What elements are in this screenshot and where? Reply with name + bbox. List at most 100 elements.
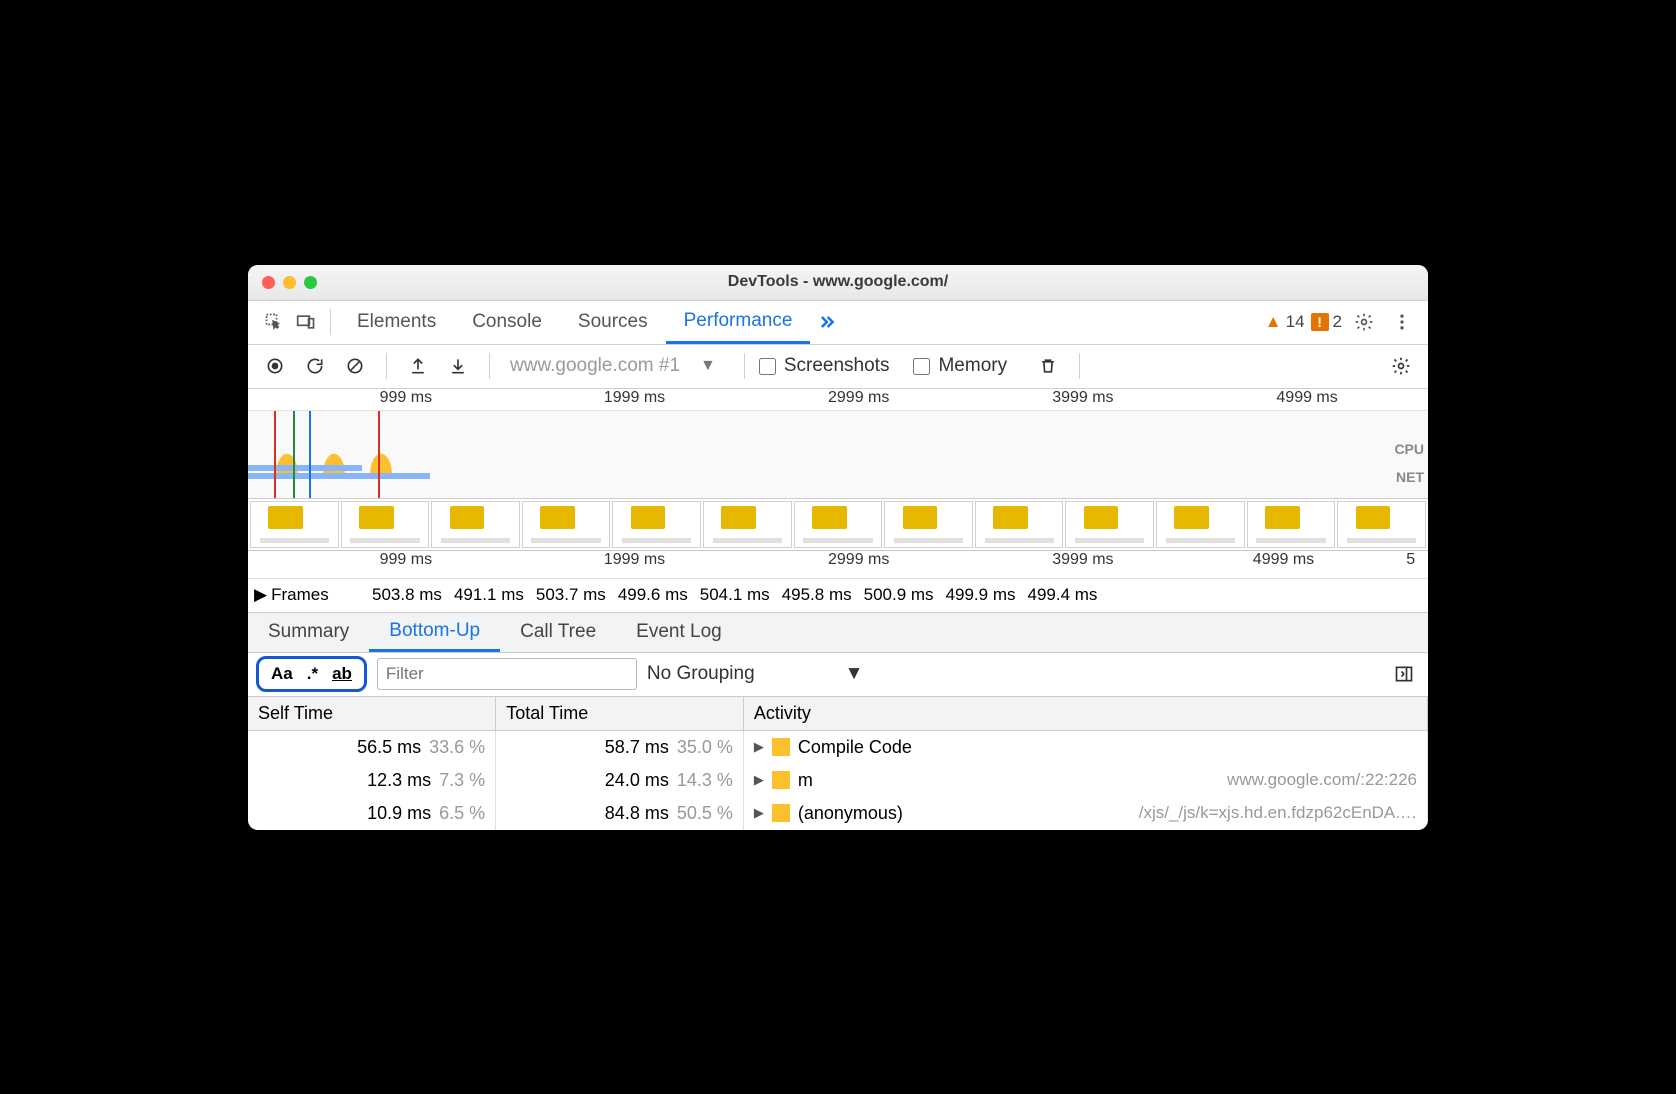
thumbnail[interactable] xyxy=(612,501,701,548)
record-button[interactable] xyxy=(258,350,292,382)
ruler-tick: 1999 ms xyxy=(604,551,665,569)
filter-modifiers-highlight: Aa .* ab xyxy=(256,656,367,692)
warnings-badge[interactable]: ▲ 14 xyxy=(1265,312,1305,332)
ruler-tick: 999 ms xyxy=(380,389,432,407)
frame-values: 503.8 ms 491.1 ms 503.7 ms 499.6 ms 504.… xyxy=(368,585,1428,605)
thumbnail[interactable] xyxy=(703,501,792,548)
marker-red xyxy=(378,411,380,498)
activity-color-icon xyxy=(772,738,790,756)
minimize-window-button[interactable] xyxy=(283,276,296,289)
frame-value: 503.7 ms xyxy=(536,585,606,605)
frames-header[interactable]: ▶ Frames xyxy=(248,585,368,605)
net-label: NET xyxy=(1396,469,1424,485)
activity-name: (anonymous) xyxy=(798,803,903,824)
cpu-label: CPU xyxy=(1394,441,1424,457)
frame-value: 500.9 ms xyxy=(864,585,934,605)
thumbnail[interactable] xyxy=(1156,501,1245,548)
timeline-ruler-detail[interactable]: 999 ms 1999 ms 2999 ms 3999 ms 4999 ms 5 xyxy=(248,551,1428,579)
expand-row-icon[interactable]: ▶ xyxy=(754,739,764,755)
window-controls xyxy=(262,276,317,289)
thumbnail[interactable] xyxy=(794,501,883,548)
more-tabs-icon[interactable] xyxy=(810,306,842,338)
activity-source[interactable]: www.google.com/:22:226 xyxy=(1227,770,1417,790)
more-menu-icon[interactable] xyxy=(1386,306,1418,338)
details-tabs: Summary Bottom-Up Call Tree Event Log xyxy=(248,613,1428,653)
frames-track[interactable]: ▶ Frames 503.8 ms 491.1 ms 503.7 ms 499.… xyxy=(248,579,1428,613)
thumbnail[interactable] xyxy=(1337,501,1426,548)
ruler-tick: 2999 ms xyxy=(828,551,889,569)
recording-label: www.google.com #1 xyxy=(504,355,694,377)
upload-button[interactable] xyxy=(401,350,435,382)
self-time: 56.5 ms xyxy=(357,737,421,757)
total-pct: 50.5 % xyxy=(677,803,733,823)
col-activity[interactable]: Activity xyxy=(743,697,1427,731)
col-self-time[interactable]: Self Time xyxy=(248,697,496,731)
col-total-time[interactable]: Total Time xyxy=(496,697,744,731)
reload-record-button[interactable] xyxy=(298,350,332,382)
expand-row-icon[interactable]: ▶ xyxy=(754,772,764,788)
screenshot-thumbnails[interactable] xyxy=(248,499,1428,551)
recording-dropdown-icon[interactable]: ▼ xyxy=(700,357,716,375)
clear-button[interactable] xyxy=(338,350,372,382)
grouping-select[interactable]: No Grouping ▼ xyxy=(647,663,864,685)
dock-side-icon[interactable] xyxy=(1388,658,1420,690)
filter-input[interactable] xyxy=(377,658,637,690)
ruler-tick: 3999 ms xyxy=(1052,551,1113,569)
tab-performance[interactable]: Performance xyxy=(666,300,811,344)
timeline-overview[interactable]: CPU NET xyxy=(248,411,1428,499)
marker-red xyxy=(274,411,276,498)
errors-badge[interactable]: ! 2 xyxy=(1311,312,1342,332)
thumbnail[interactable] xyxy=(522,501,611,548)
activity-source[interactable]: /xjs/_/js/k=xjs.hd.en.fdzp62cEnDA.… xyxy=(1139,803,1417,823)
whole-word-button[interactable]: ab xyxy=(332,664,352,684)
capture-settings-icon[interactable] xyxy=(1384,350,1418,382)
close-window-button[interactable] xyxy=(262,276,275,289)
thumbnail[interactable] xyxy=(975,501,1064,548)
self-pct: 7.3 % xyxy=(439,770,485,790)
download-button[interactable] xyxy=(441,350,475,382)
match-case-button[interactable]: Aa xyxy=(271,664,293,684)
thumbnail[interactable] xyxy=(250,501,339,548)
maximize-window-button[interactable] xyxy=(304,276,317,289)
settings-icon[interactable] xyxy=(1348,306,1380,338)
delete-button[interactable] xyxy=(1031,350,1065,382)
divider xyxy=(330,309,331,335)
total-time: 24.0 ms xyxy=(605,770,669,790)
ruler-tick: 2999 ms xyxy=(828,389,889,407)
expand-row-icon[interactable]: ▶ xyxy=(754,805,764,821)
tab-console[interactable]: Console xyxy=(454,300,560,344)
warnings-count: 14 xyxy=(1286,312,1305,332)
frame-value: 499.6 ms xyxy=(618,585,688,605)
timeline-ruler-top[interactable]: 999 ms 1999 ms 2999 ms 3999 ms 4999 ms xyxy=(248,389,1428,411)
regex-button[interactable]: .* xyxy=(307,664,318,684)
device-toolbar-icon[interactable] xyxy=(290,306,322,338)
window-title: DevTools - www.google.com/ xyxy=(248,273,1428,291)
tab-call-tree[interactable]: Call Tree xyxy=(500,612,616,652)
self-pct: 33.6 % xyxy=(429,737,485,757)
ruler-tick: 1999 ms xyxy=(604,389,665,407)
table-row[interactable]: 12.3 ms7.3 %24.0 ms14.3 %▶mwww.google.co… xyxy=(248,764,1428,797)
tab-summary[interactable]: Summary xyxy=(248,612,369,652)
inspect-element-icon[interactable] xyxy=(258,306,290,338)
tab-elements[interactable]: Elements xyxy=(339,300,454,344)
tab-sources[interactable]: Sources xyxy=(560,300,666,344)
thumbnail[interactable] xyxy=(1247,501,1336,548)
thumbnail[interactable] xyxy=(884,501,973,548)
screenshots-checkbox[interactable]: Screenshots xyxy=(759,355,890,377)
thumbnail[interactable] xyxy=(1065,501,1154,548)
tab-event-log[interactable]: Event Log xyxy=(616,612,742,652)
ruler-tick: 5 xyxy=(1406,551,1415,569)
expand-icon[interactable]: ▶ xyxy=(254,585,267,605)
thumbnail[interactable] xyxy=(431,501,520,548)
tab-bottom-up[interactable]: Bottom-Up xyxy=(369,612,500,652)
thumbnail[interactable] xyxy=(341,501,430,548)
table-row[interactable]: 10.9 ms6.5 %84.8 ms50.5 %▶(anonymous)/xj… xyxy=(248,797,1428,830)
warning-icon: ▲ xyxy=(1265,312,1282,332)
ruler-tick: 3999 ms xyxy=(1052,389,1113,407)
table-row[interactable]: 56.5 ms33.6 %58.7 ms35.0 %▶Compile Code xyxy=(248,730,1428,764)
divider xyxy=(744,353,745,379)
memory-checkbox[interactable]: Memory xyxy=(913,355,1007,377)
errors-count: 2 xyxy=(1333,312,1342,332)
activity-name: Compile Code xyxy=(798,737,912,758)
net-bars xyxy=(248,465,1388,481)
